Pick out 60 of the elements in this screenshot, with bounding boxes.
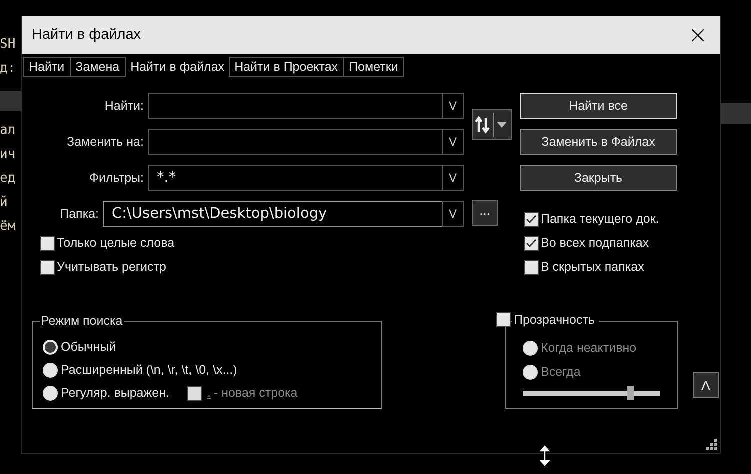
checkbox[interactable] — [40, 236, 55, 250]
checkbox-label: В скрытых папках — [541, 260, 644, 274]
radio-button[interactable] — [43, 340, 58, 354]
editor-text: й — [0, 194, 9, 212]
swap-button[interactable] — [472, 109, 512, 140]
swap-icon — [475, 116, 491, 134]
radio-button[interactable] — [43, 362, 58, 378]
field-label: Папка: — [60, 207, 99, 221]
input-field[interactable] — [148, 129, 442, 155]
radio-label: Регуляр. выражен. — [61, 386, 170, 400]
editor-text: ич — [0, 146, 17, 164]
action-button[interactable]: Закрыть — [520, 165, 677, 191]
dropdown-button[interactable]: V — [442, 129, 464, 155]
dropdown-button[interactable]: V — [442, 165, 464, 191]
input-field[interactable] — [148, 93, 442, 119]
editor-text: ал — [0, 122, 17, 140]
field-label: Найти: — [104, 99, 144, 113]
group-title: Режим поиска — [40, 314, 124, 328]
checkbox[interactable] — [40, 260, 55, 274]
slider-thumb[interactable] — [626, 386, 634, 400]
radio-label: Всегда — [541, 365, 581, 379]
field-label: Фильтры: — [90, 171, 144, 185]
editor-text: ём — [0, 218, 17, 236]
checkbox[interactable] — [496, 312, 511, 327]
radio-label: Когда неактивно — [541, 341, 637, 355]
tab[interactable]: Замена — [70, 57, 126, 77]
editor-text: SH — [0, 36, 17, 54]
radio-label: Обычный — [61, 340, 116, 354]
checkbox[interactable] — [524, 260, 539, 274]
input-field[interactable]: *.* — [148, 165, 442, 191]
radio-button[interactable] — [43, 386, 58, 400]
browse-button[interactable]: ... — [472, 200, 498, 226]
checkbox-label: Прозрачность — [512, 312, 599, 326]
input-field[interactable]: C:\Users\mst\Desktop\biology — [103, 201, 442, 227]
checkbox-label: Только целые слова — [57, 236, 175, 250]
resize-grip-icon[interactable] — [704, 439, 718, 451]
checkbox-label: Во всех подпапках — [541, 236, 650, 250]
action-button[interactable]: Заменить в Файлах — [520, 129, 677, 155]
caret-icon — [496, 120, 508, 128]
window-title: Найти в файлах — [32, 27, 142, 43]
dot-symbol: . — [207, 386, 211, 400]
checkbox[interactable] — [524, 236, 539, 250]
editor-text: ед — [0, 170, 17, 188]
checkbox[interactable] — [524, 212, 539, 226]
tab[interactable]: Найти — [23, 57, 71, 77]
editor-text: д: — [0, 60, 17, 78]
radio-button[interactable] — [523, 364, 538, 380]
tab[interactable]: Пометки — [343, 57, 404, 77]
dropdown-button[interactable]: V — [442, 93, 464, 119]
checkbox-label: Учитывать регистр — [57, 260, 166, 274]
radio-label: Расширенный (\n, \r, \t, \0, \x...) — [61, 363, 238, 377]
radio-button[interactable] — [523, 340, 538, 356]
field-label: Заменить на: — [67, 135, 144, 149]
tab[interactable]: Найти в Проектах — [228, 57, 344, 77]
dropdown-button[interactable]: V — [442, 201, 464, 227]
collapse-button[interactable]: Λ — [693, 372, 719, 398]
close-button[interactable]: × — [676, 16, 720, 54]
action-button[interactable]: Найти все — [520, 93, 677, 119]
checkbox-label: - новая строка — [214, 386, 298, 400]
checkbox-label: Папка текущего док. — [541, 212, 660, 226]
